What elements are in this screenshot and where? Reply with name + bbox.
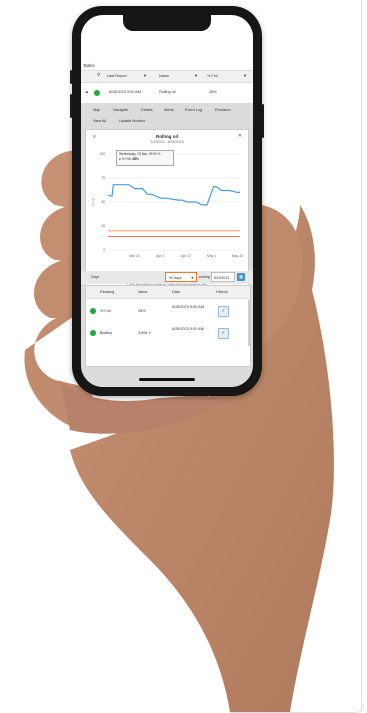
tank-name[interactable]: Rolling oil <box>159 90 175 94</box>
last-report-value: 6/28/2023 9:00 AM <box>109 90 141 94</box>
readings-table: Reading Value Date History % Full 28% 6/… <box>85 285 251 367</box>
x-tick-label: May 15 <box>232 254 243 258</box>
y-tick-label: 50 <box>101 200 105 204</box>
tanks-table-header: ⚲ Last Report ▼ Name ▼ % Full ▼ <box>81 70 253 83</box>
x-tick-label: May 1 <box>207 254 216 258</box>
history-chart-icon[interactable]: ✓ <box>218 328 229 339</box>
nav-navigate[interactable]: Navigate <box>113 108 128 112</box>
status-dot-icon <box>90 308 96 314</box>
status-dot-icon <box>94 90 100 96</box>
col-last-report[interactable]: Last Report <box>107 74 127 78</box>
reading-name: Battery <box>100 331 113 335</box>
col-date: Date <box>172 290 181 294</box>
calendar-icon[interactable]: ▦ <box>237 273 245 281</box>
nav-provision[interactable]: Provision <box>215 108 231 112</box>
phone-screen: Tanks ⚲ Last Report ▼ Name ▼ % Full ▼ ▲ … <box>81 15 253 387</box>
chart-title: Rolling oil <box>155 134 179 139</box>
chevron-down-icon: ▼ <box>190 276 194 280</box>
phone-notch <box>123 15 211 31</box>
nav-alerts[interactable]: Alerts <box>164 108 174 112</box>
y-tick-label: 100 <box>99 152 105 156</box>
y-tick-label: 75 <box>101 176 105 180</box>
nav-map[interactable]: Map <box>93 108 100 112</box>
range-select-value: 90 days <box>169 276 182 280</box>
y-tick-label: 25 <box>101 224 105 228</box>
x-tick-label: Apr 17 <box>181 254 191 258</box>
tooltip-label: ● % Full: <box>119 157 132 161</box>
scrollbar[interactable] <box>248 300 250 346</box>
tooltip-line2: ● % Full: 68% <box>119 157 171 162</box>
col-reading: Reading <box>100 290 115 294</box>
pin-icon[interactable]: ⚲ <box>97 72 100 78</box>
chart-tooltip: Wednesday, 29 Mar, 09:00 % ● % Full: 68% <box>116 150 174 166</box>
reading-date: 6/28/2023 9:00 AM <box>172 305 204 309</box>
tank-row[interactable]: ▲ 6/28/2023 9:00 AM Rolling oil 28% <box>81 83 253 102</box>
x-tick-label: Mar 20 <box>129 254 140 258</box>
phone-button <box>70 94 72 118</box>
reading-date: 6/28/2023 9:00 AM <box>172 327 204 331</box>
range-controls: Days 90 days ▼ ending 6/14/2023 ▦ <box>81 271 253 284</box>
history-chart-icon[interactable]: ✓ <box>218 306 229 317</box>
range-label: Days <box>91 275 100 279</box>
y-tick-label: 0 <box>103 248 105 252</box>
filter-icon[interactable]: ▼ <box>143 73 147 78</box>
x-tick-label: Apr 3 <box>156 254 164 258</box>
tooltip-value: 68% <box>132 157 139 161</box>
col-value: Value <box>138 290 148 294</box>
phone-button <box>262 104 264 138</box>
tank-percent: 28% <box>209 90 217 94</box>
col-name[interactable]: Name <box>159 74 169 78</box>
y-axis-label: % Full <box>91 198 95 207</box>
ending-label: ending <box>199 275 210 279</box>
expand-icon[interactable]: ▲ <box>85 89 89 94</box>
tank-nav: Map Navigate Details Alerts Event Log Pr… <box>81 103 253 129</box>
nav-update-monitor[interactable]: Update Monitor <box>119 119 145 123</box>
ending-date-input[interactable]: 6/14/2023 <box>211 272 235 282</box>
status-dot-icon <box>90 330 96 336</box>
nav-view-all[interactable]: View All <box>93 119 106 123</box>
filter-icon[interactable]: ▼ <box>243 73 247 78</box>
reading-value: 28% <box>138 309 146 313</box>
nav-event-log[interactable]: Event Log <box>185 108 202 112</box>
filter-icon[interactable]: ▼ <box>194 73 198 78</box>
range-select[interactable]: 90 days ▼ <box>165 272 197 282</box>
readings-header: Reading Value Date History <box>86 286 250 299</box>
col-percent-full[interactable]: % Full <box>207 74 218 78</box>
col-history: History <box>216 290 228 294</box>
home-indicator[interactable] <box>139 378 195 381</box>
reading-name: % Full <box>100 309 111 313</box>
tanks-section-title: Tanks <box>83 63 95 68</box>
reading-value: 3.594 V <box>138 331 152 335</box>
phone-button <box>70 70 72 84</box>
nav-details[interactable]: Details <box>141 108 153 112</box>
